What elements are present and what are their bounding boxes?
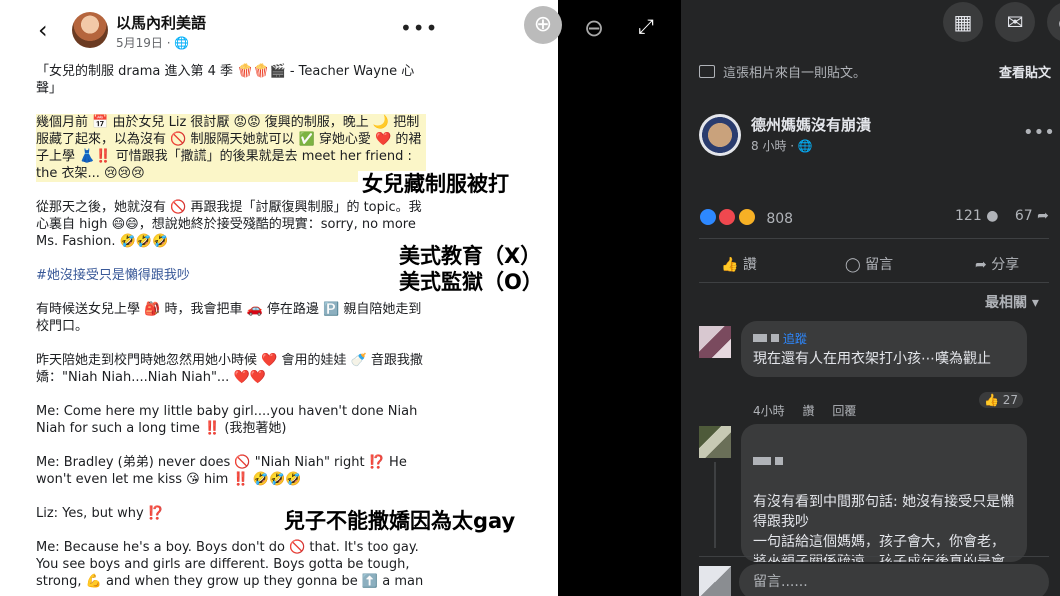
post-time: 8 小時 · 🌐 [751,139,813,153]
comment-reply-button[interactable]: 回覆 [832,404,856,418]
commenter-avatar[interactable] [699,426,731,458]
post-paragraph: Me: Because he's a boy. Boys don't do 🚫 … [36,540,424,589]
overlay-caption: 女兒藏制服被打 [358,171,513,197]
comment-button[interactable]: ◯ 留言 [845,254,893,274]
comments-panel: ▦ ✉ ● 這張相片來自一則貼文。 查看貼文 德州媽媽沒有崩潰 8 小時 · 🌐… [681,0,1060,596]
like-reaction-icon: 👍 [984,393,999,407]
thumbs-up-icon: 👍 [721,257,739,273]
page-name[interactable]: 德州媽媽沒有崩潰 [751,114,871,135]
comment-footer: 4小時 讚 回覆 [753,402,870,419]
my-avatar [699,566,731,596]
thread-line [714,462,716,548]
view-post-link[interactable]: 查看貼文 [999,62,1051,81]
comment-text: 有沒有看到中間那句話: 她沒有接受只是懶得跟我吵 一句話給這個媽媽，孩子會大，你… [753,494,1015,562]
post-more-icon: ••• [400,16,439,40]
comment-icon: ◯ [845,257,861,273]
post-author-name: 以馬內利美語 [116,14,207,32]
comment-bubble-icon: ● [986,208,999,224]
post-paragraph: Me: Come here my little baby girl....you… [36,404,418,436]
comment-text: 現在還有人在用衣架打小孩⋯嘆為觀止 [753,351,991,367]
expand-icon[interactable]: ⤢ [638,14,654,38]
comment-bubble: 有沒有看到中間那句話: 她沒有接受只是懶得跟我吵 一句話給這個媽媽，孩子會大，你… [741,424,1027,562]
post-paragraph: 「女兒的制服 drama 進入第 4 季 🍿🍿🎬 - Teacher Wayne… [36,64,415,96]
comment-likes[interactable]: 👍 27 [979,392,1024,408]
globe-icon: 🌐 [174,36,190,50]
comment-like-button[interactable]: 讚 [802,404,814,418]
divider [699,282,1049,283]
comment-input[interactable]: 留言...... [739,564,1049,596]
post-icon [699,65,715,78]
commenter-name[interactable]: 追蹤 [753,329,1015,349]
post-image: ‹ 以馬內利美語 5月19日 · 🌐 ••• 「女兒的制服 drama 進入第 … [0,0,558,596]
post-paragraph: 有時候送女兒上學 🎒 時，我會把車 🚗 停在路邊 🅿️ 親自陪她走到校門口。 [36,302,422,334]
comment-time: 4小時 [753,404,785,418]
post-paragraph: Me: Bradley (弟弟) never does 🚫 "Niah Niah… [36,455,407,487]
page-avatar[interactable] [699,114,741,156]
post-paragraph: 從那天之後，她就沒有 🚫 再跟我提「討厭復興制服」的 topic。我心裏自 hi… [36,200,422,249]
wow-reaction-icon [737,208,756,226]
post-hashtag: #她沒接受只是懶得跟我吵 [36,268,190,283]
zoom-out-icon[interactable]: ⊖ [584,14,604,42]
zoom-in-icon[interactable]: ⊕ [524,6,562,44]
angry-reaction-icon [718,208,737,226]
reactions-summary[interactable]: 808 [699,208,793,227]
reaction-count: 808 [766,211,794,227]
messenger-icon[interactable]: ✉ [995,2,1035,42]
commenter-name[interactable] [753,452,1015,472]
photo-notice: 這張相片來自一則貼文。 [699,62,866,81]
like-button[interactable]: 👍 讚 [721,254,757,274]
post-paragraph: 昨天陪她走到校門時她忽然用她小時候 ❤️ 會用的娃娃 🍼 音跟我撒嬌："Niah… [36,353,423,385]
divider [699,556,1049,557]
menu-grid-icon[interactable]: ▦ [943,2,983,42]
share-icon: ➦ [975,257,987,273]
share-button[interactable]: ➦ 分享 [975,254,1019,274]
post-author-avatar [72,12,108,48]
sort-dropdown[interactable]: 最相關 ▾ [985,292,1039,312]
globe-icon: 🌐 [797,139,813,153]
overlay-caption: 兒子不能撒嬌因為太gay [280,508,520,534]
counts[interactable]: 121 ● 67 ➦ [955,208,1049,224]
back-arrow-icon: ‹ [38,16,48,44]
share-arrow-icon: ➦ [1037,208,1049,224]
divider [699,238,1049,239]
overlay-caption: 美式教育（X） 美式監獄（O） [395,243,547,295]
commenter-avatar[interactable] [699,326,731,358]
like-reaction-icon [699,208,717,226]
comment-bubble: 追蹤 現在還有人在用衣架打小孩⋯嘆為觀止 [741,321,1027,377]
follow-link[interactable]: 追蹤 [783,332,807,346]
post-date: 5月19日 · 🌐 [116,36,190,50]
notifications-icon[interactable]: ● [1047,2,1060,42]
more-options-icon[interactable]: ••• [1023,122,1055,143]
